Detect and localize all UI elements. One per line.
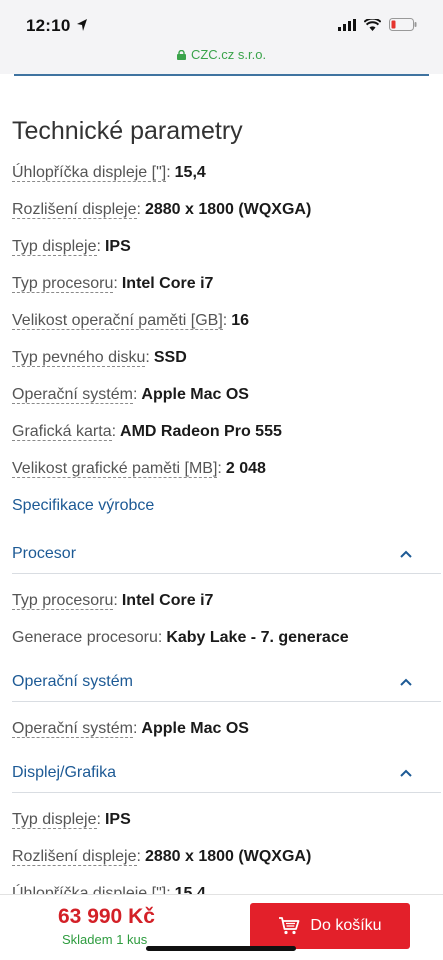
- stock-status: Skladem 1 kus: [62, 932, 148, 947]
- param-value: 2 048: [225, 460, 266, 477]
- param-row: Velikost grafické paměti [MB]: 2 048: [12, 459, 413, 479]
- param-value: Intel Core i7: [121, 275, 214, 292]
- param-label[interactable]: Rozlišení displeje: [12, 848, 137, 866]
- param-value: Apple Mac OS: [141, 386, 249, 403]
- param-label[interactable]: Velikost operační paměti [GB]: [12, 312, 223, 330]
- param-separator: :: [132, 386, 138, 403]
- param-label[interactable]: Operační systém: [12, 720, 133, 738]
- param-row: Typ displeje: IPS: [12, 810, 413, 830]
- params-list: Úhlopříčka displeje ["]: 15,4 Rozlišení di…: [12, 163, 413, 479]
- param-value: Kaby Lake - 7. generace: [166, 629, 349, 646]
- spec-group-header[interactable]: Procesor: [12, 544, 441, 574]
- spec-group-header[interactable]: Operační systém: [12, 672, 441, 702]
- status-time: 12:10: [26, 16, 71, 35]
- param-row: Typ procesoru: Intel Core i7: [12, 274, 413, 294]
- param-separator: :: [145, 349, 150, 366]
- param-value: 2880 x 1800 (WQXGA): [144, 848, 312, 865]
- param-label[interactable]: Typ displeje: [12, 238, 97, 256]
- battery-icon: [389, 18, 417, 31]
- param-separator: :: [96, 238, 101, 255]
- spec-group-title: Operační systém: [12, 673, 133, 690]
- add-to-cart-button[interactable]: Do košíku: [250, 903, 410, 949]
- param-separator: :: [136, 201, 141, 218]
- param-value: 16: [231, 312, 250, 329]
- param-row: Typ pevného disku: SSD: [12, 348, 413, 368]
- param-value: IPS: [104, 811, 131, 828]
- param-label[interactable]: Operační systém: [12, 386, 133, 404]
- param-row: Velikost operační paměti [GB]: 16: [12, 311, 413, 331]
- param-value: Intel Core i7: [121, 592, 214, 609]
- param-separator: :: [157, 629, 163, 646]
- spec-group: Procesor Typ procesoru: Intel Core i7 Gener…: [12, 544, 441, 648]
- home-indicator[interactable]: [146, 946, 296, 951]
- url-text: CZC.cz s.r.o.: [190, 47, 267, 62]
- param-label[interactable]: Typ displeje: [12, 811, 97, 829]
- param-separator: :: [111, 423, 117, 440]
- param-value: SSD: [153, 349, 187, 366]
- main-content: Technické parametry Úhlopříčka displeje …: [0, 76, 443, 904]
- status-icons: [338, 18, 417, 31]
- param-separator: :: [217, 460, 222, 477]
- param-label[interactable]: Typ procesoru: [12, 275, 114, 293]
- chevron-up-icon[interactable]: [399, 549, 413, 559]
- param-separator: :: [166, 164, 171, 181]
- param-label[interactable]: Velikost grafické paměti [MB]: [12, 460, 218, 478]
- chevron-up-icon[interactable]: [399, 677, 413, 687]
- param-label[interactable]: Typ procesoru: [12, 592, 114, 610]
- param-separator: :: [222, 312, 228, 329]
- spec-group-header[interactable]: Displej/Grafika: [12, 763, 441, 793]
- param-separator: :: [96, 811, 101, 828]
- spec-group-title: Displej/Grafika: [12, 764, 117, 781]
- add-to-cart-label: Do košíku: [310, 917, 382, 934]
- status-bar: 12:10 CZC.cz s.r.o.: [0, 0, 443, 74]
- purchase-bar: 63 990 Kč Skladem 1 kus Do košíku: [0, 894, 443, 960]
- spec-groups: Procesor Typ procesoru: Intel Core i7 Gener…: [12, 544, 441, 904]
- spec-group-title: Procesor: [12, 545, 77, 562]
- spec-group: Operační systém Operační systém: Apple Mac…: [12, 672, 441, 739]
- param-separator: :: [113, 275, 118, 292]
- param-row: Typ displeje: IPS: [12, 237, 413, 257]
- signal-icon: [338, 18, 356, 31]
- url-bar[interactable]: CZC.cz s.r.o.: [0, 47, 443, 62]
- lock-icon: [176, 50, 186, 60]
- param-label: Generace procesoru: [12, 629, 158, 646]
- param-separator: :: [136, 848, 141, 865]
- param-label[interactable]: Rozlišení displeje: [12, 201, 137, 219]
- spec-group: Displej/Grafika Typ displeje: IPS Rozlišení…: [12, 763, 441, 904]
- param-label[interactable]: Úhlopříčka displeje ["]: [12, 164, 167, 182]
- param-value: AMD Radeon Pro 555: [120, 423, 282, 440]
- section-title: Technické parametry: [12, 117, 243, 145]
- param-row: Operační systém: Apple Mac OS: [12, 719, 413, 739]
- param-row: Úhlopříčka displeje ["]:15,4: [12, 163, 413, 183]
- param-separator: :: [113, 592, 118, 609]
- param-label[interactable]: Grafická karta: [12, 423, 112, 441]
- param-row: Grafická karta: AMD Radeon Pro 555: [12, 422, 413, 442]
- param-row: Rozlišení displeje: 2880 x 1800 (WQXGA): [12, 200, 413, 220]
- param-row: Generace procesoru: Kaby Lake - 7. genera…: [12, 628, 413, 648]
- param-label[interactable]: Typ pevného disku: [12, 349, 146, 367]
- param-separator: :: [132, 720, 138, 737]
- param-value: 15,4: [174, 164, 206, 181]
- chevron-up-icon[interactable]: [399, 768, 413, 778]
- price: 63 990 Kč: [58, 905, 155, 928]
- location-arrow-icon: [77, 19, 87, 31]
- param-row: Typ procesoru: Intel Core i7: [12, 591, 413, 611]
- param-value: IPS: [104, 238, 131, 255]
- param-value: Apple Mac OS: [141, 720, 249, 737]
- manufacturer-spec-link[interactable]: Specifikace výrobce: [12, 496, 413, 516]
- cart-icon: [279, 917, 300, 935]
- wifi-icon: [364, 18, 381, 31]
- param-value: 2880 x 1800 (WQXGA): [144, 201, 312, 218]
- param-row: Operační systém: Apple Mac OS: [12, 385, 413, 405]
- param-row: Rozlišení displeje: 2880 x 1800 (WQXGA): [12, 847, 413, 867]
